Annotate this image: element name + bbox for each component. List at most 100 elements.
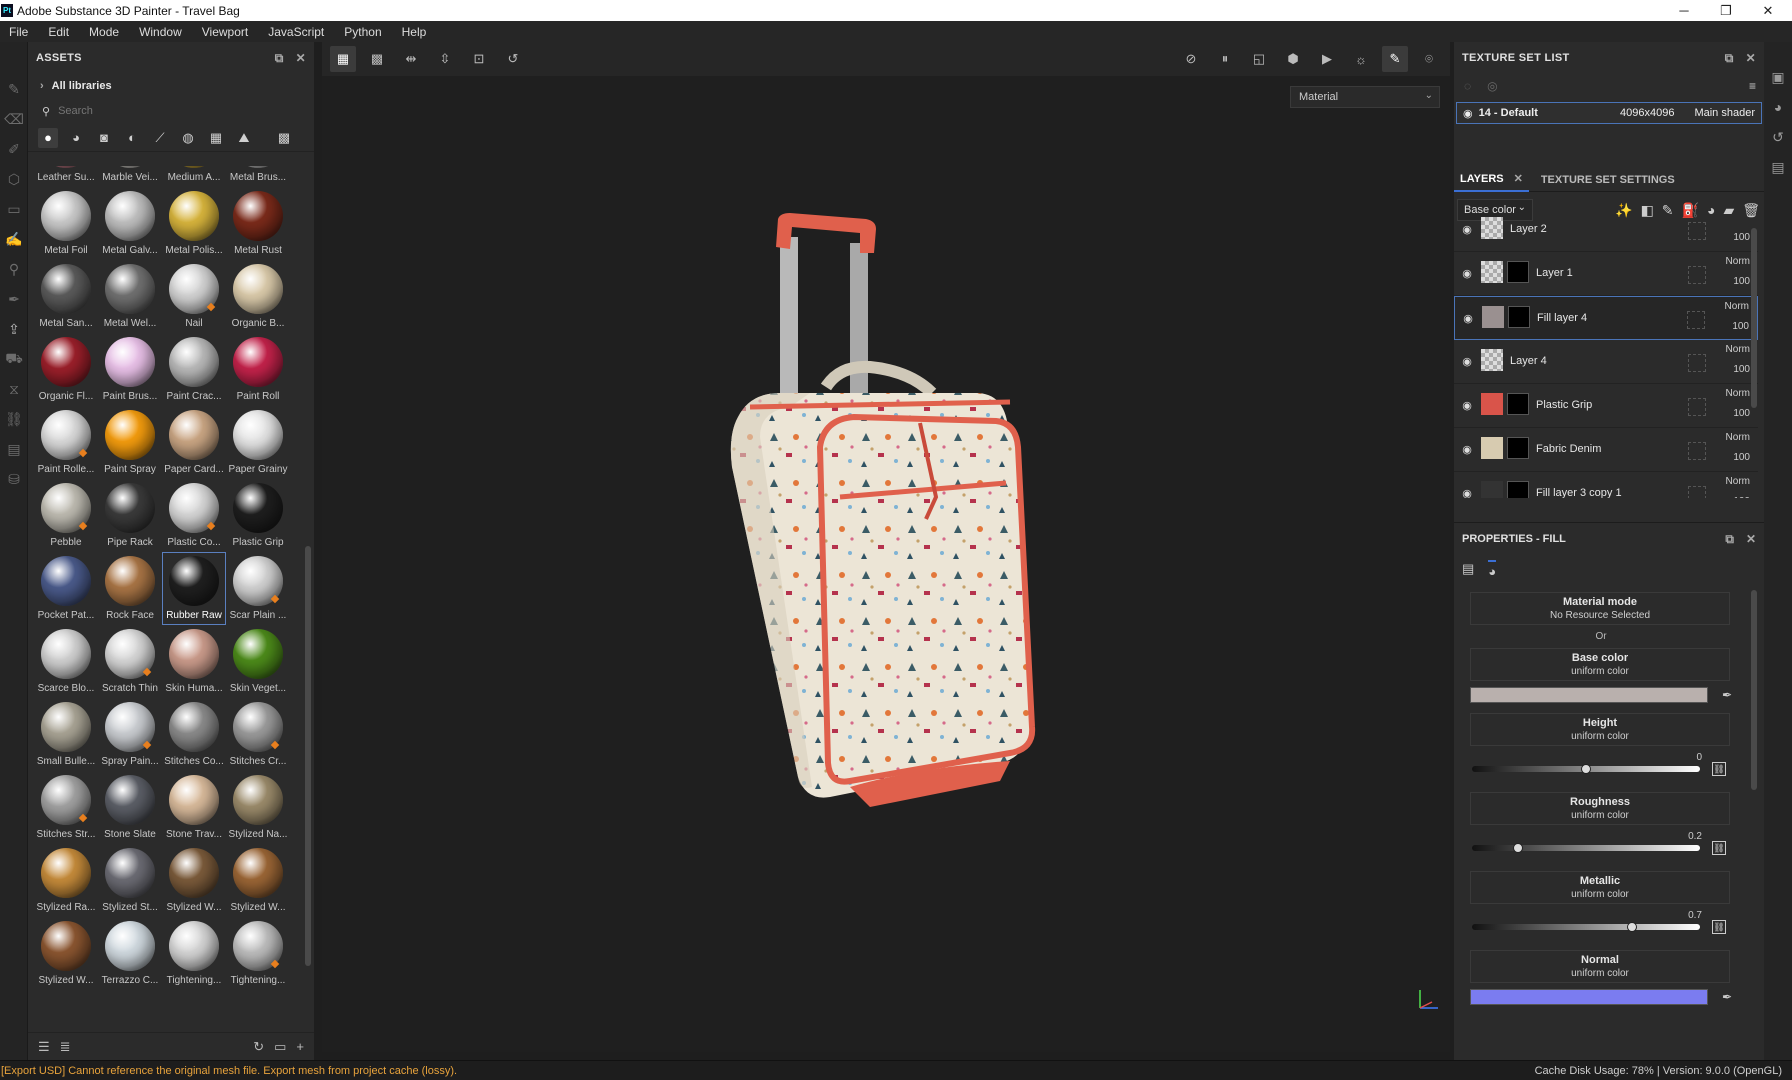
menu-javascript[interactable]: JavaScript bbox=[264, 25, 328, 39]
brushes-filter-icon[interactable]: ⟋ bbox=[150, 128, 170, 148]
material-thumbnail[interactable]: Paint Spray bbox=[98, 406, 162, 479]
fit-view-icon[interactable]: ⊡ bbox=[466, 46, 492, 72]
material-thumbnail[interactable]: Metal Polis... bbox=[162, 187, 226, 260]
material-thumbnail[interactable]: Metal Brus... bbox=[226, 166, 290, 187]
projection-icon[interactable]: ✐ bbox=[0, 134, 28, 164]
layer-opacity[interactable]: 100 bbox=[1733, 276, 1750, 287]
material-thumbnail[interactable]: Paper Grainy bbox=[226, 406, 290, 479]
assets-scrollbar[interactable] bbox=[304, 166, 312, 1014]
menu-mode[interactable]: Mode bbox=[85, 25, 123, 39]
material-thumbnail[interactable]: Tightening... bbox=[162, 917, 226, 990]
maximize-button[interactable]: ❐ bbox=[1708, 0, 1744, 21]
visibility-icon[interactable]: ◉ bbox=[1460, 354, 1474, 368]
grid-view-icon[interactable]: ▩ bbox=[274, 128, 294, 148]
effect-slot[interactable] bbox=[1687, 311, 1705, 329]
symmetry-icon[interactable]: ⇹ bbox=[398, 46, 424, 72]
material-thumbnail[interactable]: Stylized W... bbox=[162, 844, 226, 917]
base-color-swatch[interactable] bbox=[1470, 687, 1708, 703]
float-panel-icon[interactable]: ⧉ bbox=[1725, 532, 1734, 547]
eraser-icon[interactable]: ⌫ bbox=[0, 104, 28, 134]
material-thumbnail[interactable]: Stitches Cr... bbox=[226, 698, 290, 771]
blend-mode-select[interactable]: Norm bbox=[1726, 256, 1750, 267]
layer-row[interactable]: ◉ Layer 1 Norm 100 bbox=[1454, 252, 1758, 296]
particles-filter-icon[interactable]: ◍ bbox=[178, 128, 198, 148]
material-thumbnail[interactable]: Skin Veget... bbox=[226, 625, 290, 698]
material-thumbnail[interactable]: Metal San... bbox=[34, 260, 98, 333]
hide-ui-icon[interactable]: ⊘ bbox=[1178, 46, 1204, 72]
effect-slot[interactable] bbox=[1688, 354, 1706, 372]
grid-toggle-icon[interactable]: ▦ bbox=[330, 46, 356, 72]
material-thumbnail[interactable]: Stylized Na... bbox=[226, 771, 290, 844]
generators-filter-icon[interactable]: ◐ bbox=[122, 128, 142, 148]
effect-slot[interactable] bbox=[1688, 266, 1706, 284]
eyedropper-icon[interactable]: ✒ bbox=[1722, 688, 1732, 702]
material-thumbnail[interactable]: Stitches Str... bbox=[34, 771, 98, 844]
display-settings-icon[interactable]: ⛁ bbox=[0, 464, 28, 494]
layer-name[interactable]: Layer 4 bbox=[1510, 355, 1547, 367]
visibility-icon[interactable]: ◉ bbox=[1460, 442, 1474, 456]
material-thumbnail[interactable]: Stitches Co... bbox=[162, 698, 226, 771]
material-thumbnail[interactable]: Stylized W... bbox=[34, 917, 98, 990]
layer-row[interactable]: ◉ Layer 4 Norm 100 bbox=[1454, 340, 1758, 384]
tab-layers[interactable]: LAYERS ✕ bbox=[1454, 168, 1529, 192]
material-thumbnail[interactable]: Paint Crac... bbox=[162, 333, 226, 406]
material-thumbnail[interactable]: Stone Trav... bbox=[162, 771, 226, 844]
search-input[interactable] bbox=[58, 105, 259, 117]
visibility-icon[interactable]: ◉ bbox=[1460, 398, 1474, 412]
link-icon[interactable]: ⛓ bbox=[1712, 841, 1726, 855]
display-settings-icon[interactable]: ▣ bbox=[1764, 62, 1792, 92]
material-thumbnail[interactable]: Paint Roll bbox=[226, 333, 290, 406]
materials-filter-icon[interactable]: ● bbox=[38, 127, 58, 148]
effect-slot[interactable] bbox=[1688, 486, 1706, 498]
visibility-icon[interactable]: ◎ bbox=[1487, 79, 1497, 93]
blend-mode-select[interactable]: Norm bbox=[1726, 432, 1750, 443]
color-picker-icon[interactable]: ✒ bbox=[0, 284, 28, 314]
material-thumbnail[interactable]: Plastic Co... bbox=[162, 479, 226, 552]
slider-track[interactable] bbox=[1472, 924, 1700, 930]
smudge-icon[interactable]: ✍ bbox=[0, 224, 28, 254]
menu-viewport[interactable]: Viewport bbox=[198, 25, 252, 39]
shelf-icon[interactable]: ▤ bbox=[0, 434, 28, 464]
layer-row[interactable]: ◉ Fill layer 3 copy 1 Norm 100 bbox=[1454, 472, 1758, 498]
environments-filter-icon[interactable]: ⛰ bbox=[234, 128, 254, 148]
material-thumbnail[interactable]: Leather Su... bbox=[34, 166, 98, 187]
normal-box[interactable]: Normal uniform color bbox=[1470, 950, 1730, 983]
history-icon[interactable]: ↺ bbox=[500, 46, 526, 72]
menu-file[interactable]: File bbox=[5, 25, 32, 39]
effect-slot[interactable] bbox=[1688, 442, 1706, 460]
layer-name[interactable]: Layer 2 bbox=[1510, 223, 1547, 235]
roughness-slider[interactable]: 0.2 ⛓ bbox=[1470, 831, 1732, 865]
history-icon[interactable]: ↺ bbox=[1764, 122, 1792, 152]
material-thumbnail[interactable]: Paint Rolle... bbox=[34, 406, 98, 479]
light-icon[interactable]: ☼ bbox=[1348, 46, 1374, 72]
menu-window[interactable]: Window bbox=[135, 25, 186, 39]
material-thumbnail[interactable]: Paper Card... bbox=[162, 406, 226, 479]
shader-settings-icon[interactable]: ◕ bbox=[1764, 92, 1792, 122]
float-panel-icon[interactable]: ⧉ bbox=[275, 51, 284, 66]
layer-mask-thumbnail[interactable] bbox=[1508, 306, 1530, 328]
layer-opacity[interactable]: 100 bbox=[1733, 496, 1750, 498]
scroll-thumb[interactable] bbox=[1751, 590, 1757, 790]
visibility-icon[interactable]: ◉ bbox=[1461, 311, 1475, 325]
blend-mode-select[interactable]: Norm bbox=[1726, 476, 1750, 487]
material-thumbnail[interactable]: Scar Plain ... bbox=[226, 552, 290, 625]
folder-icon[interactable]: ▭ bbox=[274, 1039, 286, 1055]
menu-python[interactable]: Python bbox=[340, 25, 385, 39]
layers-scrollbar[interactable] bbox=[1750, 228, 1758, 518]
visibility-icon[interactable]: ◉ bbox=[1463, 107, 1473, 120]
material-tab-icon[interactable]: ◕ bbox=[1488, 559, 1497, 579]
blend-mode-select[interactable]: Norm bbox=[1726, 344, 1750, 355]
layer-opacity[interactable]: 100 bbox=[1733, 408, 1750, 419]
material-thumbnail[interactable]: Medium A... bbox=[162, 166, 226, 187]
layer-mask-thumbnail[interactable] bbox=[1507, 481, 1529, 498]
menu-edit[interactable]: Edit bbox=[44, 25, 73, 39]
texture-set-row[interactable]: ◉ 14 - Default 4096x4096 Main shader bbox=[1456, 102, 1762, 124]
material-thumbnail[interactable]: Pocket Pat... bbox=[34, 552, 98, 625]
smart-materials-filter-icon[interactable]: ◕ bbox=[66, 128, 86, 148]
menu-icon[interactable]: ≡ bbox=[1749, 79, 1756, 93]
material-thumbnail[interactable]: Small Bulle... bbox=[34, 698, 98, 771]
material-thumbnail[interactable]: Pipe Rack bbox=[98, 479, 162, 552]
material-thumbnail[interactable]: Plastic Grip bbox=[226, 479, 290, 552]
material-thumbnail[interactable]: Metal Rust bbox=[226, 187, 290, 260]
layer-opacity[interactable]: 100 bbox=[1733, 452, 1750, 463]
